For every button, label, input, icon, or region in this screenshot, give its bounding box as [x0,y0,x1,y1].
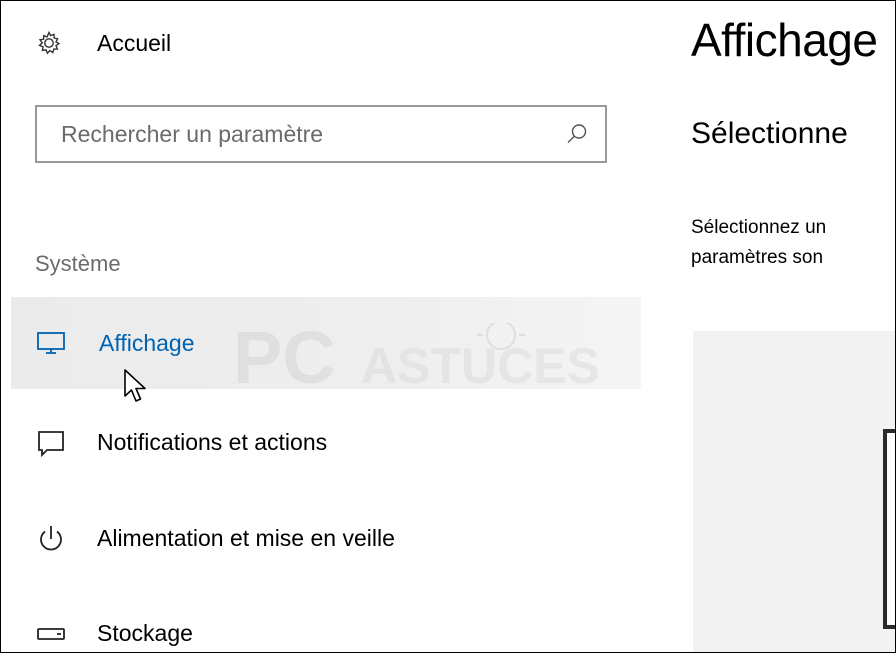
sidebar-item-power[interactable]: Alimentation et mise en veille [11,509,641,569]
section-title: Système [35,251,121,276]
section-heading: Sélectionne [691,117,848,150]
monitor-icon [37,332,65,354]
search-input[interactable] [37,107,565,161]
power-icon [40,526,62,551]
mouse-cursor-icon [124,369,146,402]
home-label: Accueil [97,29,172,56]
gear-icon [38,30,61,55]
sidebar-item-label: Notifications et actions [97,429,328,455]
description-text: Sélectionnez un paramètres son [691,213,895,273]
display-monitor-screen [887,433,895,625]
display-preview-area [693,331,895,652]
sidebar-item-notifications[interactable]: Notifications et actions [11,413,641,473]
search-icon[interactable] [565,122,589,146]
home-link[interactable]: Accueil [35,23,171,63]
sidebar-item-label: Stockage [97,620,193,646]
description-line: Sélectionnez un [691,217,827,238]
page-title: Affichage [691,14,878,66]
sidebar-item-label: Affichage [99,330,195,356]
sidebar-item-label: Alimentation et mise en veille [97,525,395,551]
sidebar-item-storage[interactable]: Stockage [11,604,641,652]
notification-icon [38,431,64,458]
sidebar-item-affichage[interactable]: Affichage [11,297,641,389]
storage-icon [37,628,65,640]
search-box[interactable] [35,105,607,163]
settings-window: Accueil Système Affichage [0,0,896,653]
description-line: paramètres son [691,247,824,268]
